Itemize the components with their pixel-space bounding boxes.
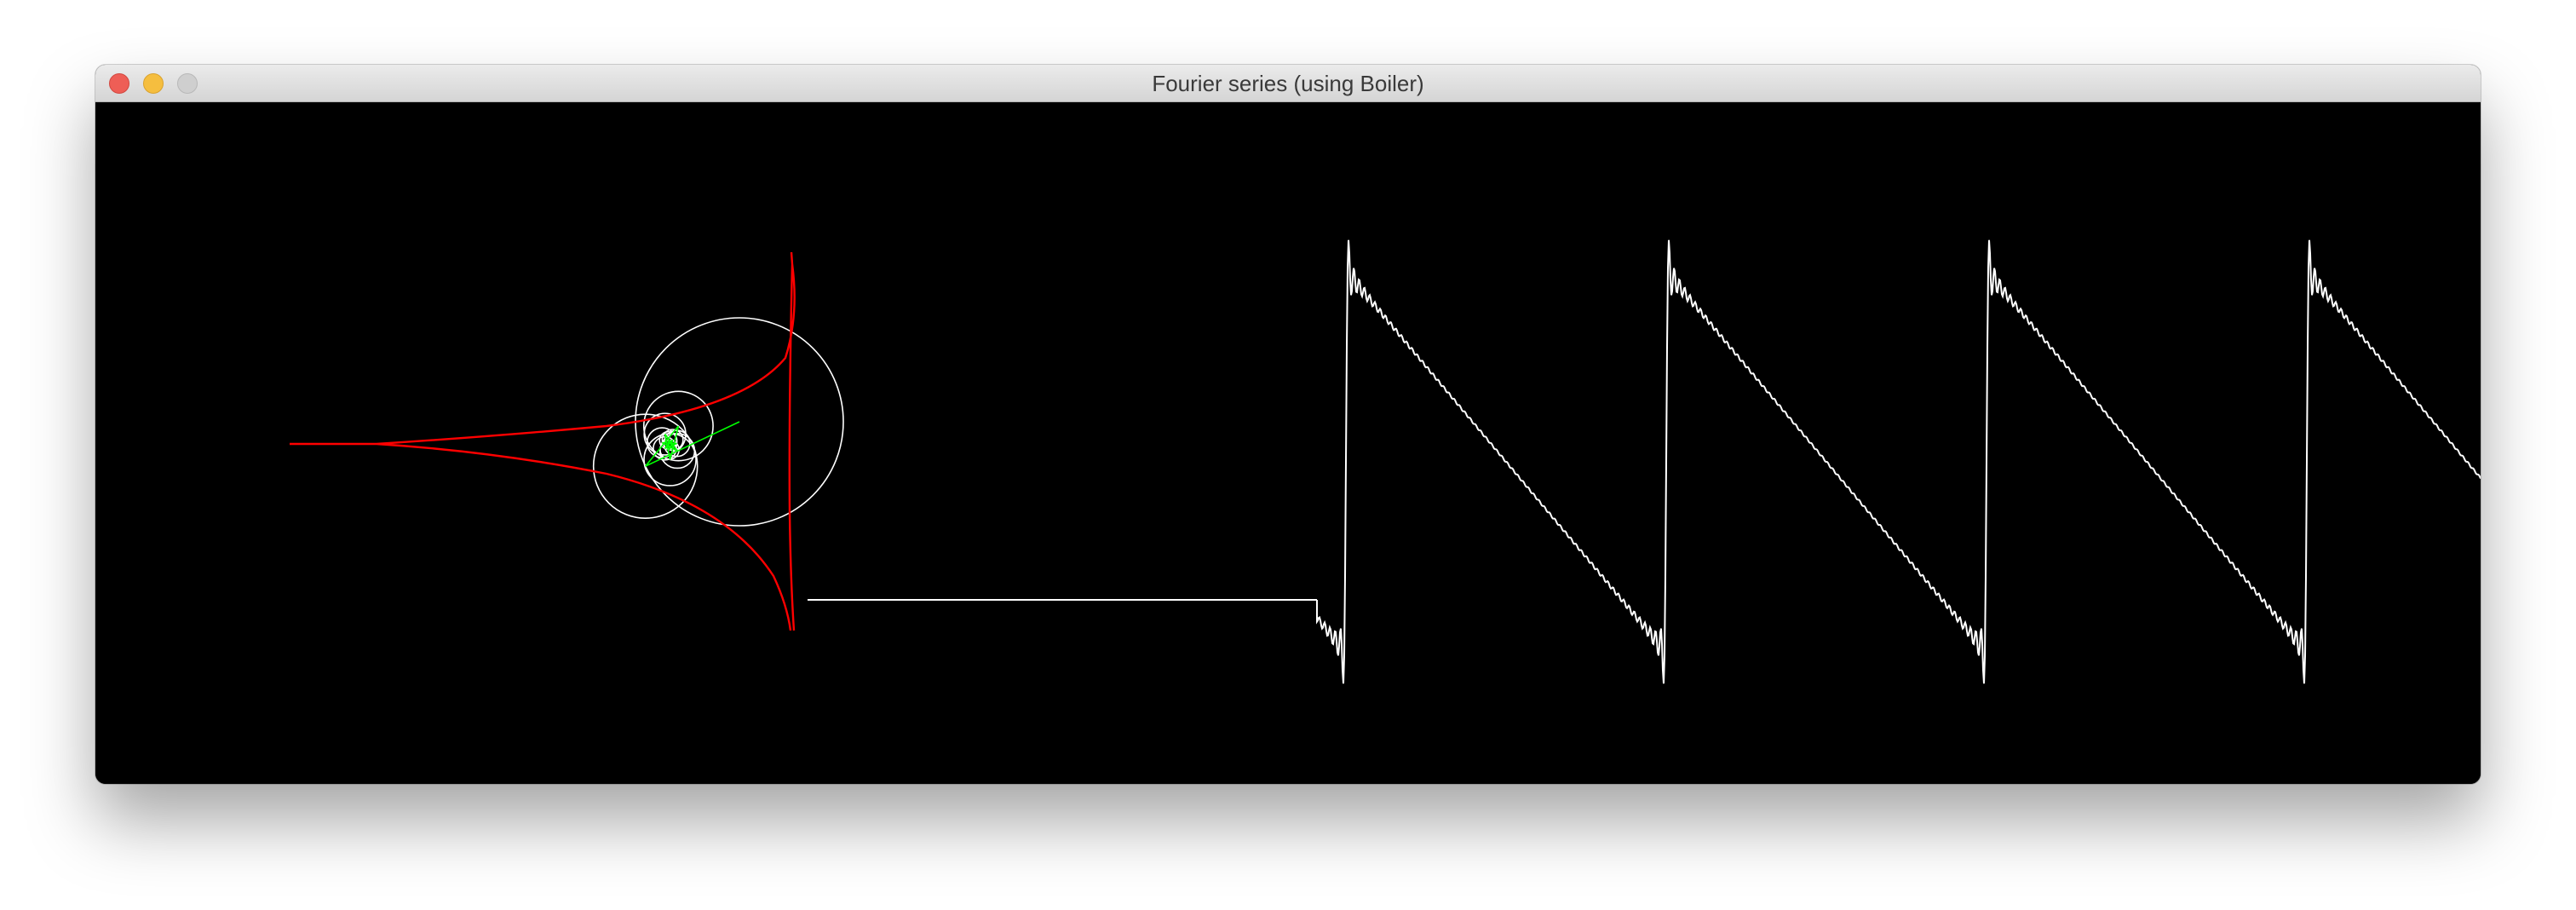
sawtooth-waveform <box>1316 239 2481 684</box>
window-title: Fourier series (using Boiler) <box>1152 71 1424 96</box>
title-bar[interactable]: Fourier series (using Boiler) <box>95 65 2481 102</box>
traced-path <box>290 251 796 631</box>
app-window: Fourier series (using Boiler) <box>95 65 2481 784</box>
render-canvas <box>95 102 2481 784</box>
fourier-scene <box>290 239 2481 684</box>
